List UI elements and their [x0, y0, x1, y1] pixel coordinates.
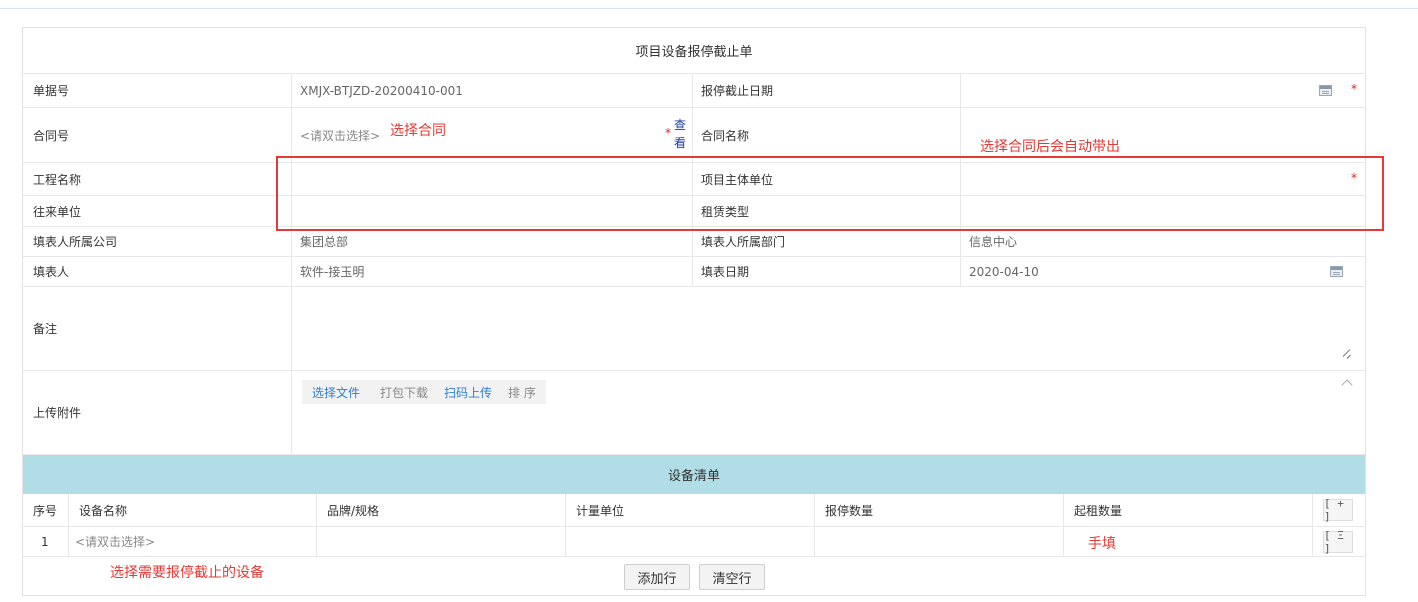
remark-textarea[interactable] — [292, 287, 1365, 370]
resize-handle-icon[interactable] — [1343, 352, 1351, 360]
calendar-icon[interactable] — [1330, 266, 1343, 277]
col-brand: 品牌/规格 — [317, 494, 566, 526]
stop-qty-input[interactable] — [815, 527, 1064, 556]
fill-date-value: 2020-04-10 — [969, 264, 1039, 279]
equipment-name-placeholder: <请双击选择> — [75, 535, 156, 549]
contract-no-label: 合同号 — [33, 128, 70, 143]
row-menu-button[interactable]: [ Ξ ] — [1323, 529, 1353, 555]
company-label: 填表人所属公司 — [33, 235, 118, 249]
row-doc-no: 单据号 XMJX-BTJZD-20200410-001 报停截止日期 * — [23, 74, 1365, 108]
row-attachment: 上传附件 选择文件 打包下载 扫码上传 排 序 — [23, 371, 1365, 455]
clear-rows-button[interactable]: 清空行 — [699, 564, 765, 590]
sort-button[interactable]: 排 序 — [498, 380, 546, 404]
col-no: 序号 — [23, 494, 69, 526]
contract-no-placeholder: <请双击选择> — [300, 128, 381, 143]
chevron-up-icon[interactable] — [1341, 379, 1353, 391]
scan-upload-button[interactable]: 扫码上传 — [434, 380, 503, 404]
choose-file-button[interactable]: 选择文件 — [302, 380, 371, 404]
equipment-section-title: 设备清单 — [23, 455, 1365, 494]
col-stop-qty: 报停数量 — [815, 494, 1064, 526]
fill-date-label: 填表日期 — [701, 265, 750, 279]
table-row: 1 <请双击选择> [ Ξ ] — [23, 527, 1365, 557]
attach-label: 上传附件 — [33, 406, 82, 420]
pack-download-button[interactable]: 打包下载 — [370, 380, 439, 404]
fill-date-input[interactable]: 2020-04-10 — [961, 257, 1365, 286]
row-remark: 备注 — [23, 287, 1365, 371]
filler-label: 填表人 — [33, 265, 70, 279]
required-mark: * — [1351, 82, 1357, 96]
dept-label: 填表人所属部门 — [701, 235, 786, 249]
doc-no-value: XMJX-BTJZD-20200410-001 — [300, 83, 463, 98]
remark-label: 备注 — [33, 322, 58, 336]
top-divider — [0, 0, 1418, 9]
dept-value: 信息中心 — [969, 235, 1018, 249]
annotation-select-contract: 选择合同 — [390, 123, 446, 139]
equipment-table-header: 序号 设备名称 品牌/规格 计量单位 报停数量 起租数量 [ + ] — [23, 494, 1365, 527]
attach-area: 选择文件 打包下载 扫码上传 排 序 — [292, 371, 1365, 454]
col-name: 设备名称 — [69, 494, 317, 526]
project-name-label: 工程名称 — [33, 172, 82, 187]
row-filler: 填表人 软件-接玉明 填表日期 2020-04-10 — [23, 257, 1365, 287]
unit-cell — [566, 527, 815, 556]
required-mark: * — [665, 126, 671, 140]
equipment-name-input[interactable]: <请双击选择> — [69, 527, 317, 556]
partner-unit-label: 往来单位 — [33, 204, 82, 219]
filler-value: 软件-接玉明 — [300, 265, 365, 279]
contract-name-label: 合同名称 — [701, 128, 750, 143]
doc-no-label: 单据号 — [33, 84, 70, 98]
form-title: 项目设备报停截止单 — [23, 28, 1365, 74]
row-no: 1 — [23, 527, 69, 556]
col-start-qty: 起租数量 — [1064, 494, 1313, 526]
brand-cell — [317, 527, 566, 556]
stop-date-label: 报停截止日期 — [701, 84, 774, 98]
row-contract: 合同号 <请双击选择> * 查看 合同名称 — [23, 108, 1365, 163]
contract-no-input[interactable]: <请双击选择> * 查看 — [292, 108, 693, 162]
annotation-select-equipment: 选择需要报停截止的设备 — [110, 565, 264, 581]
company-value: 集团总部 — [300, 235, 349, 249]
annotation-auto-fill: 选择合同后会自动带出 — [980, 139, 1120, 155]
view-contract-link[interactable]: 查看 — [674, 116, 688, 152]
add-column-button[interactable]: [ + ] — [1323, 497, 1353, 523]
add-row-button[interactable]: 添加行 — [624, 564, 690, 590]
stop-order-form: 项目设备报停截止单 单据号 XMJX-BTJZD-20200410-001 报停… — [22, 27, 1366, 596]
auto-fill-highlight-box — [276, 156, 1384, 231]
row-company: 填表人所属公司 集团总部 填表人所属部门 信息中心 — [23, 227, 1365, 257]
col-unit: 计量单位 — [566, 494, 815, 526]
calendar-icon[interactable] — [1319, 85, 1332, 96]
stop-date-input[interactable]: * — [961, 74, 1365, 107]
annotation-manual-fill: 手填 — [1088, 536, 1116, 552]
